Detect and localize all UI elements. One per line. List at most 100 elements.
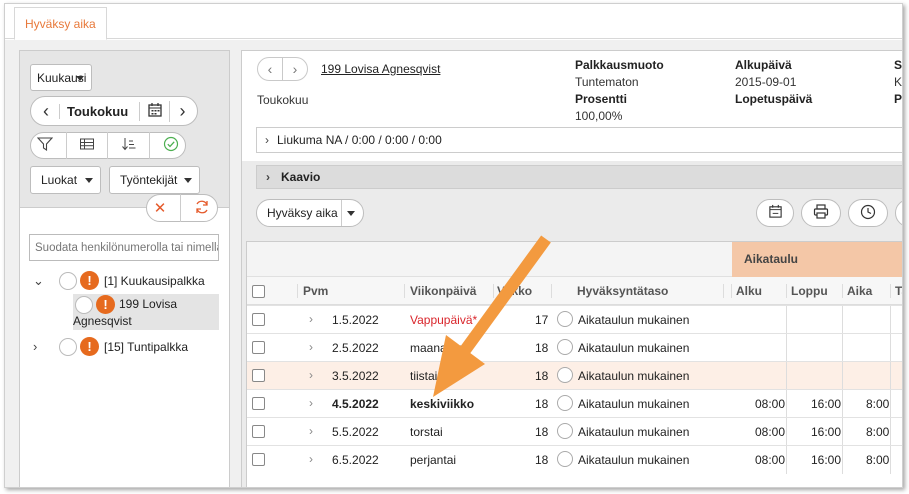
chevron-right-icon[interactable]: › [309, 368, 313, 382]
approval-radio[interactable] [557, 395, 573, 411]
group-select-circle[interactable] [59, 271, 77, 290]
row-checkbox[interactable] [252, 369, 265, 382]
chevron-down-icon[interactable]: ⌄ [33, 273, 53, 289]
more-button[interactable] [895, 199, 902, 227]
next-employee-button[interactable]: › [282, 57, 308, 81]
table-row[interactable]: › 5.5.2022 torstai 18 Aikataulun mukainen 08:… [247, 417, 902, 446]
cell-viikonpaiva: keskiviikko [410, 397, 475, 411]
select-all-checkbox[interactable] [252, 285, 265, 298]
approval-radio[interactable] [557, 311, 573, 327]
approve-time-label: Hyväksy aika [267, 206, 338, 220]
prosentti-label: Prosentti [575, 92, 628, 106]
approval-radio[interactable] [557, 451, 573, 467]
employee-filter-input[interactable] [29, 234, 219, 261]
cell-aika: 8:00 [866, 453, 890, 467]
liukuma-row[interactable]: › Liukuma NA / 0:00 / 0:00 / 0:00 [256, 127, 902, 153]
header-month: Toukokuu [257, 93, 309, 107]
kaavio-label: Kaavio [281, 170, 321, 184]
cell-pvm: 4.5.2022 [332, 397, 379, 411]
cell-viikonpaiva: Vappupäivä* [410, 313, 478, 327]
cell-hyvaksyntataso: Aikataulun mukainen [578, 397, 690, 411]
chevron-right-icon[interactable]: › [309, 452, 313, 466]
palkkausmuoto-label: Palkkausmuoto [575, 58, 664, 72]
palkkausmuoto-value: Tuntematon [575, 75, 639, 89]
row-checkbox[interactable] [252, 313, 265, 326]
approval-radio[interactable] [557, 423, 573, 439]
clock-icon [860, 204, 876, 223]
chevron-down-icon[interactable] [347, 211, 355, 216]
row-checkbox[interactable] [252, 453, 265, 466]
col-viikko[interactable]: Viikko [497, 277, 532, 305]
col-hyvaksyntataso[interactable]: Hyväksyntätaso [577, 277, 668, 305]
col-ta[interactable]: Ta [895, 277, 902, 305]
table-row[interactable]: › 6.5.2022 perjantai 18 Aikataulun mukainen 0… [247, 445, 902, 474]
kaavio-section[interactable]: › Kaavio [256, 165, 902, 189]
clock-button[interactable] [848, 199, 888, 227]
employee-select-circle[interactable] [75, 296, 93, 314]
tyontekijat-dropdown[interactable]: Työntekijät [109, 166, 200, 194]
content-area: Kuukausi ‹ Toukokuu › Luokat Työntekijät… [5, 40, 903, 487]
cell-viikonpaiva: maanantai [410, 341, 467, 355]
warning-icon: ! [96, 295, 115, 314]
approve-time-button[interactable]: Hyväksy aika [256, 199, 364, 227]
col-alku[interactable]: Alku [736, 277, 762, 305]
cell-viikko: 18 [535, 425, 549, 439]
approval-radio[interactable] [557, 367, 573, 383]
row-checkbox[interactable] [252, 341, 265, 354]
cell-hyvaksyntataso: Aikataulun mukainen [578, 341, 690, 355]
prev-employee-button[interactable]: ‹ [257, 57, 283, 81]
tab-bar: Hyväksy aika [5, 4, 902, 40]
cell-hyvaksyntataso: Aikataulun mukainen [578, 313, 690, 327]
cell-loppu: 16:00 [811, 453, 842, 467]
tree-group-tuntipalkka[interactable]: › ! [15] Tuntipalkka [33, 337, 188, 356]
cell-aika: 8:00 [866, 425, 890, 439]
print-button[interactable] [801, 199, 841, 227]
cell-alku: 08:00 [755, 453, 786, 467]
cell-viikonpaiva: tiistai [410, 369, 438, 383]
chevron-right-icon[interactable]: › [309, 424, 313, 438]
period-select[interactable]: Kuukausi [30, 64, 92, 91]
filter-icon[interactable] [36, 137, 54, 154]
check-circle-icon[interactable] [163, 136, 179, 155]
tree-group-kuukausipalkka[interactable]: ⌄ ! [1] Kuukausipalkka [33, 271, 205, 290]
table-icon[interactable] [79, 137, 95, 154]
row-checkbox[interactable] [252, 397, 265, 410]
table-row[interactable]: › 1.5.2022 Vappupäivä* 17 Aikataulun mukaine… [247, 305, 902, 334]
chevron-right-icon[interactable]: › [309, 396, 313, 410]
chevron-right-icon[interactable]: › [33, 339, 53, 354]
chevron-right-icon: › [266, 170, 270, 184]
col-aika[interactable]: Aika [847, 277, 872, 305]
table-row[interactable]: › 2.5.2022 maanantai 18 Aikataulun mukainen [247, 333, 902, 362]
col-pvm[interactable]: Pvm [303, 277, 328, 305]
table-row[interactable]: › 3.5.2022 tiistai 18 Aikataulun mukainen [247, 361, 902, 390]
luokat-label: Luokat [41, 173, 78, 187]
table-row[interactable]: › 4.5.2022 keskiviikko 18 Aikataulun mukaine… [247, 389, 902, 418]
tree-employee-selected[interactable]: ! 199 Lovisa Agnesqvist [73, 294, 219, 330]
clear-icon[interactable]: ✕ [154, 199, 167, 217]
group-label: [15] Tuntipalkka [104, 339, 189, 354]
row-checkbox[interactable] [252, 425, 265, 438]
chevron-right-icon[interactable]: › [309, 312, 313, 326]
cell-viikko: 18 [535, 397, 549, 411]
sort-icon[interactable] [121, 137, 137, 154]
prev-month-button[interactable]: ‹ [33, 101, 59, 122]
col-viikonpaiva[interactable]: Viikonpäivä [410, 277, 476, 305]
calendar-icon[interactable] [139, 101, 169, 121]
group-label: [1] Kuukausipalkka [104, 273, 205, 288]
luokat-dropdown[interactable]: Luokat [30, 166, 101, 194]
refresh-icon[interactable] [194, 199, 210, 218]
calendar-button[interactable] [756, 199, 794, 227]
cell-alku: 08:00 [755, 425, 786, 439]
next-month-button[interactable]: › [169, 100, 195, 122]
chevron-right-icon[interactable]: › [309, 340, 313, 354]
approval-radio[interactable] [557, 339, 573, 355]
header-col4-value: Ku [894, 75, 903, 89]
cell-hyvaksyntataso: Aikataulun mukainen [578, 425, 690, 439]
col-loppu[interactable]: Loppu [791, 277, 828, 305]
employee-link[interactable]: 199 Lovisa Agnesqvist [321, 62, 440, 76]
cell-pvm: 2.5.2022 [332, 341, 379, 355]
tab-hyvaksy-aika[interactable]: Hyväksy aika [14, 7, 107, 40]
group-select-circle[interactable] [59, 337, 77, 356]
calendar-icon [768, 204, 783, 222]
alkupaiva-label: Alkupäivä [735, 58, 792, 72]
